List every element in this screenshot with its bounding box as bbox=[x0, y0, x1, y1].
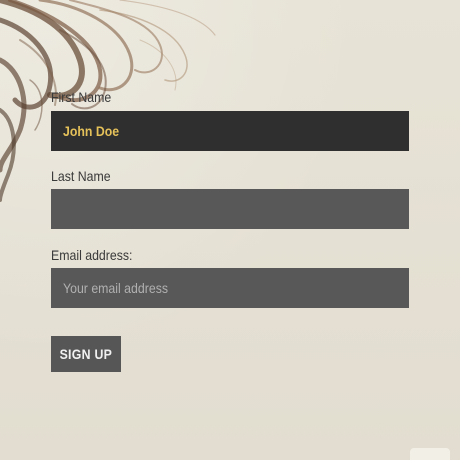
first-name-value: John Doe bbox=[63, 123, 120, 139]
first-name-label: First Name bbox=[51, 89, 112, 105]
sign-up-button[interactable]: SIGN UP bbox=[51, 336, 121, 372]
last-name-field[interactable] bbox=[51, 189, 409, 229]
sign-up-label: SIGN UP bbox=[59, 346, 113, 362]
corner-tab[interactable] bbox=[410, 448, 450, 460]
first-name-field[interactable]: John Doe bbox=[51, 111, 409, 151]
email-field[interactable]: Your email address bbox=[51, 268, 409, 308]
last-name-label: Last Name bbox=[51, 168, 111, 184]
hair-photo bbox=[0, 0, 216, 202]
email-label: Email address: bbox=[51, 247, 133, 263]
email-placeholder: Your email address bbox=[63, 280, 169, 296]
